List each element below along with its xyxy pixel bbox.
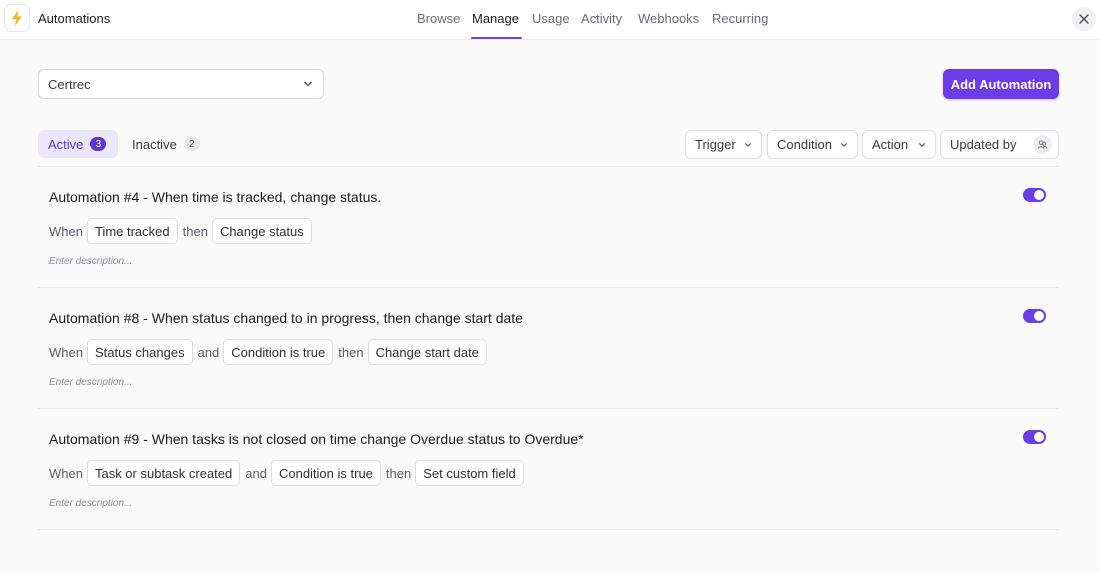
- action-filter-label: Action: [872, 137, 909, 152]
- action-filter[interactable]: Action: [862, 130, 936, 159]
- automation-enabled-toggle[interactable]: [1023, 188, 1046, 202]
- trigger-filter-label: Trigger: [695, 137, 736, 152]
- add-automation-button[interactable]: Add Automation: [943, 69, 1059, 99]
- updated-by-filter[interactable]: Updated by: [940, 130, 1059, 159]
- automation-enabled-toggle[interactable]: [1023, 430, 1046, 444]
- active-tab-indicator: [471, 37, 522, 39]
- action-chip[interactable]: Change status: [211, 218, 312, 244]
- automation-rule: When Time tracked then Change status: [49, 218, 317, 244]
- automation-title[interactable]: Automation #8 - When status changed to i…: [49, 310, 523, 326]
- close-icon: [1079, 14, 1089, 24]
- rule-connector-and: and: [197, 344, 220, 360]
- lightning-bolt-icon: [4, 4, 30, 32]
- top-bar: Automations Browse Manage Usage Activity…: [0, 0, 1100, 40]
- toggle-knob: [1034, 432, 1044, 442]
- action-chip[interactable]: Set custom field: [415, 460, 524, 486]
- chevron-down-icon: [304, 81, 312, 87]
- tab-webhooks[interactable]: Webhooks: [638, 11, 699, 26]
- automation-enabled-toggle[interactable]: [1023, 309, 1046, 323]
- divider: [38, 529, 1059, 530]
- automation-title[interactable]: Automation #4 - When time is tracked, ch…: [49, 189, 381, 205]
- tab-active-label: Active: [48, 136, 84, 152]
- condition-chip[interactable]: Condition is true: [223, 339, 334, 365]
- active-count-badge: 3: [90, 137, 107, 151]
- automation-item[interactable]: Automation #9 - When tasks is not closed…: [38, 409, 1059, 529]
- trigger-chip[interactable]: Task or subtask created: [86, 460, 241, 486]
- people-icon: [1033, 135, 1052, 154]
- tab-inactive[interactable]: Inactive 2: [124, 130, 208, 158]
- automation-title[interactable]: Automation #9 - When tasks is not closed…: [49, 431, 584, 447]
- automation-item[interactable]: Automation #4 - When time is tracked, ch…: [38, 167, 1059, 287]
- rule-connector-then: then: [338, 344, 364, 360]
- tab-usage[interactable]: Usage: [532, 11, 570, 26]
- action-chip[interactable]: Change start date: [367, 339, 487, 365]
- trigger-filter[interactable]: Trigger: [685, 130, 762, 159]
- chevron-down-icon: [745, 143, 751, 147]
- description-field[interactable]: Enter description...: [49, 256, 132, 267]
- close-button[interactable]: [1072, 7, 1096, 31]
- chevron-down-icon: [841, 143, 847, 147]
- tab-inactive-label: Inactive: [132, 136, 177, 152]
- tab-browse[interactable]: Browse: [417, 11, 460, 26]
- rule-connector-when: When: [49, 344, 83, 360]
- app-title: Automations: [38, 11, 111, 26]
- toggle-knob: [1034, 311, 1044, 321]
- rule-connector-when: When: [49, 465, 83, 481]
- rule-connector-and: and: [245, 465, 267, 481]
- rule-connector-then: then: [385, 465, 412, 481]
- workspace-select[interactable]: Certrec: [38, 69, 324, 99]
- rule-connector-when: When: [49, 223, 83, 239]
- trigger-chip[interactable]: Time tracked: [86, 218, 178, 244]
- chevron-down-icon: [919, 143, 925, 147]
- tab-recurring[interactable]: Recurring: [712, 11, 768, 26]
- condition-filter[interactable]: Condition: [767, 130, 858, 159]
- updated-by-filter-label: Updated by: [950, 137, 1017, 152]
- tab-activity[interactable]: Activity: [581, 11, 622, 26]
- condition-chip[interactable]: Condition is true: [270, 460, 381, 486]
- inactive-count-badge: 2: [183, 137, 200, 151]
- tab-manage[interactable]: Manage: [472, 11, 519, 26]
- tab-active[interactable]: Active 3: [38, 130, 118, 158]
- automation-rule: When Task or subtask created and Conditi…: [49, 460, 529, 486]
- trigger-chip[interactable]: Status changes: [86, 339, 193, 365]
- workspace-select-value: Certrec: [48, 77, 91, 92]
- toggle-knob: [1034, 190, 1044, 200]
- condition-filter-label: Condition: [777, 137, 832, 152]
- description-field[interactable]: Enter description...: [49, 377, 132, 388]
- automation-rule: When Status changes and Condition is tru…: [49, 339, 492, 365]
- rule-connector-then: then: [182, 223, 208, 239]
- automation-item[interactable]: Automation #8 - When status changed to i…: [38, 288, 1059, 408]
- description-field[interactable]: Enter description...: [49, 498, 132, 509]
